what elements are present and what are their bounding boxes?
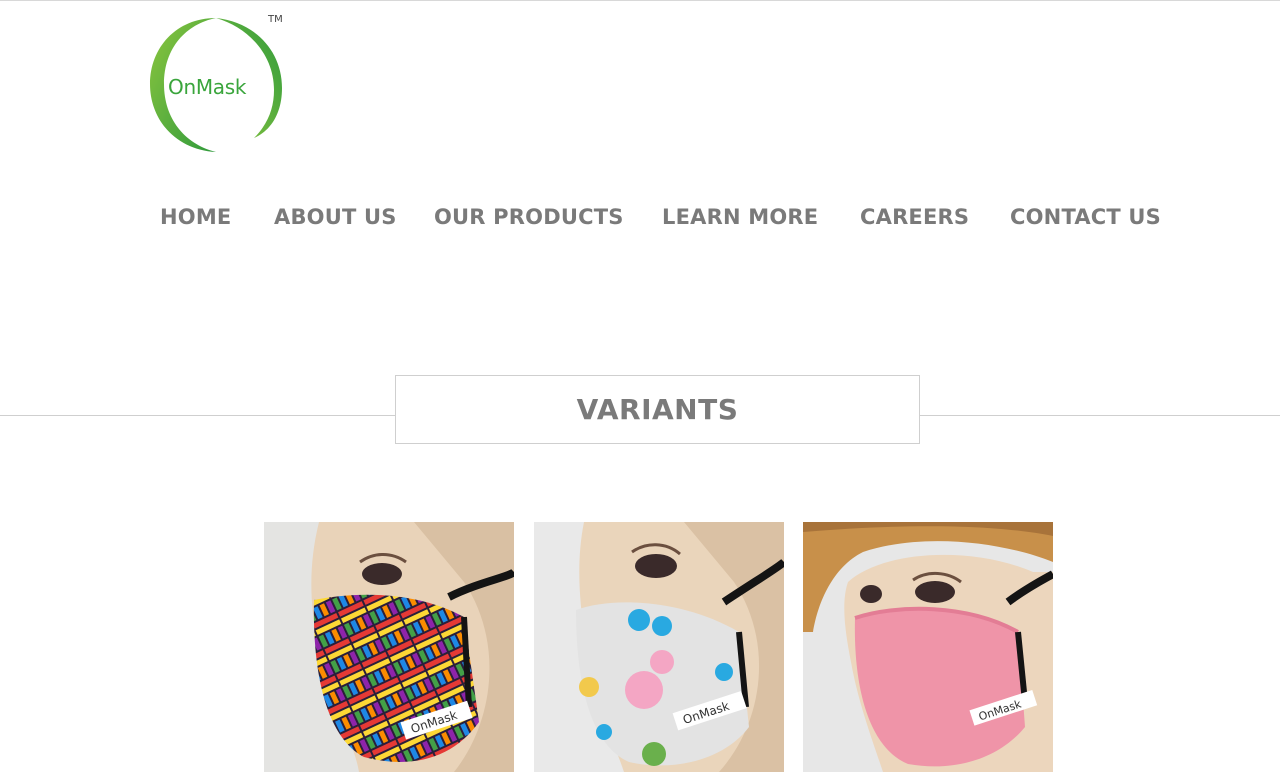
gallery-item-polka-dot-mask[interactable]: OnMask	[534, 522, 784, 772]
onmask-logo[interactable]: OnMask TM	[146, 12, 286, 156]
section-title-box: VARIANTS	[395, 375, 920, 444]
multicolor-weave-mask-image: OnMask	[264, 522, 514, 772]
trademark-symbol: TM	[268, 14, 283, 25]
nav-about-us-link[interactable]: ABOUT US	[274, 205, 397, 229]
top-border	[0, 0, 1280, 1]
main-navigation: HOME ABOUT US OUR PRODUCTS LEARN MORE CA…	[0, 205, 1280, 237]
nav-home-link[interactable]: HOME	[160, 205, 231, 229]
section-title: VARIANTS	[576, 393, 739, 426]
polka-dot-mask-image: OnMask	[534, 522, 784, 772]
logo-wordmark: OnMask	[168, 75, 247, 99]
nav-our-products-link[interactable]: OUR PRODUCTS	[434, 205, 624, 229]
pink-mask-image: OnMask	[803, 522, 1053, 772]
nav-contact-us-link[interactable]: CONTACT US	[1010, 205, 1161, 229]
nav-learn-more-link[interactable]: LEARN MORE	[662, 205, 818, 229]
gallery-item-pink-mask[interactable]: OnMask	[803, 522, 1053, 772]
gallery-item-multicolor-mask[interactable]: OnMask	[264, 522, 514, 772]
nav-careers-link[interactable]: CAREERS	[860, 205, 969, 229]
